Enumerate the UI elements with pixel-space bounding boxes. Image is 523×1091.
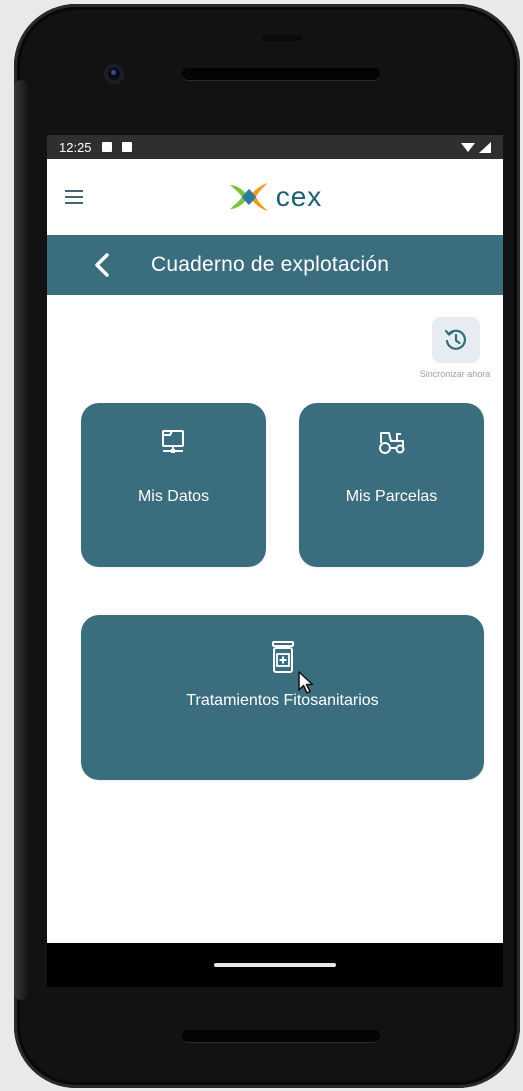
phone-side-edge xyxy=(14,80,28,1000)
status-time: 12:25 xyxy=(59,139,92,155)
tratamientos-fitosanitarios-tile[interactable]: Tratamientos Fitosanitarios xyxy=(81,615,484,780)
top-speaker-grille xyxy=(182,68,380,80)
hamburger-menu-icon[interactable] xyxy=(65,190,83,204)
sync-now-label: Sincronizar ahora xyxy=(419,369,491,379)
app-screen: 12:25 cex Cuaderno de explotación Sincro… xyxy=(47,135,503,943)
page-title: Cuaderno de explotación xyxy=(151,253,390,276)
app-header: cex xyxy=(47,159,503,235)
title-bar: Cuaderno de explotación xyxy=(47,235,503,295)
mis-datos-tile[interactable]: Mis Datos xyxy=(81,403,266,567)
back-button[interactable] xyxy=(87,249,117,281)
wifi-icon xyxy=(461,142,475,152)
mis-datos-label: Mis Datos xyxy=(137,488,210,505)
proximity-sensor xyxy=(262,35,302,41)
system-nav-bar xyxy=(47,943,503,987)
tratamientos-fitosanitarios-label: Tratamientos Fitosanitarios xyxy=(186,692,379,709)
mis-parcelas-label: Mis Parcelas xyxy=(345,488,438,505)
notification-a-icon xyxy=(101,142,112,152)
main-content: Sincronizar ahora Mis Datos Mis Parcelas… xyxy=(47,295,503,943)
status-indicators xyxy=(461,141,491,153)
status-bar: 12:25 xyxy=(47,135,503,159)
cex-logo-mark-icon xyxy=(229,183,268,211)
front-camera-icon xyxy=(105,65,123,83)
history-icon xyxy=(444,329,467,350)
folder-network-icon xyxy=(161,430,184,453)
medicine-jar-icon xyxy=(271,641,294,673)
signal-icon xyxy=(479,141,491,153)
bottom-speaker-grille xyxy=(182,1030,380,1042)
sd-card-icon xyxy=(121,142,132,152)
home-gesture-pill[interactable] xyxy=(214,963,336,967)
device-stage: 12:25 cex Cuaderno de explotación Sincro… xyxy=(0,0,523,1091)
cex-logo: cex xyxy=(228,181,323,213)
chevron-left-icon xyxy=(95,253,109,277)
tractor-icon xyxy=(378,432,404,454)
mouse-cursor-icon xyxy=(298,671,314,694)
mis-parcelas-tile[interactable]: Mis Parcelas xyxy=(299,403,484,567)
sync-now-button[interactable] xyxy=(432,317,480,363)
logo-text: cex xyxy=(275,181,323,212)
